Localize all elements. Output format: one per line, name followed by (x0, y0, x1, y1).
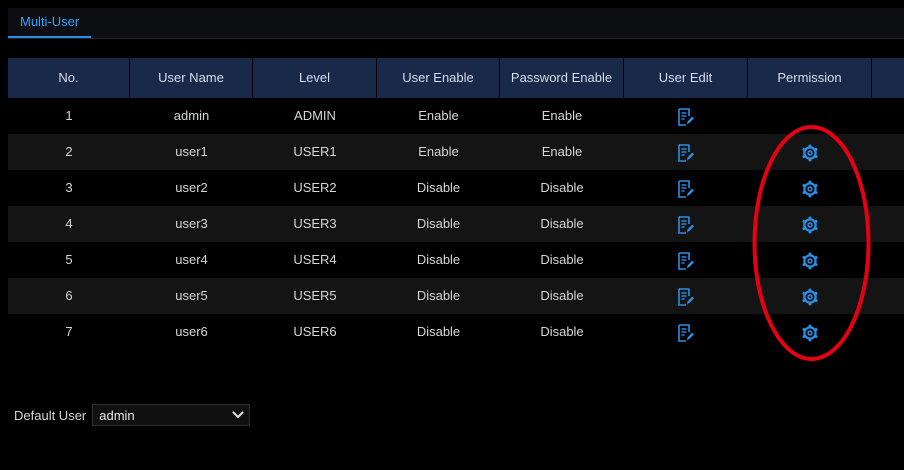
cell-no: 3 (65, 180, 73, 195)
cell-extra (872, 314, 904, 350)
table-row: 4 user3 USER3 Disable Disable (8, 206, 904, 242)
cell-user-enable: Disable (416, 288, 461, 303)
user-table: No. User Name Level User Enable Password… (8, 58, 904, 350)
cell-user-name: user1 (175, 144, 208, 159)
cell-permission (748, 278, 872, 314)
header-user-enable: User Enable (377, 58, 500, 98)
table-header: No. User Name Level User Enable Password… (8, 58, 904, 98)
cell-permission (748, 134, 872, 170)
gear-icon[interactable] (801, 180, 819, 198)
edit-icon[interactable] (678, 107, 694, 126)
cell-password-enable: Disable (540, 288, 584, 303)
table-row: 7 user6 USER6 Disable Disable (8, 314, 904, 350)
cell-user-enable: Enable (418, 108, 459, 123)
default-user-row: Default User admin (14, 403, 251, 427)
cell-user-name: admin (173, 108, 210, 123)
table-row: 2 user1 USER1 Enable Enable (8, 134, 904, 170)
edit-icon[interactable] (678, 323, 694, 342)
header-extra (872, 58, 904, 98)
gear-icon[interactable] (801, 324, 819, 342)
cell-no: 7 (65, 324, 73, 339)
cell-level: USER4 (293, 252, 337, 267)
cell-user-edit (624, 134, 748, 170)
tab-bar: Multi-User (8, 8, 904, 39)
cell-user-name: user4 (175, 252, 208, 267)
cell-permission (748, 314, 872, 350)
cell-no: 5 (65, 252, 73, 267)
edit-icon[interactable] (678, 143, 694, 162)
cell-extra (872, 206, 904, 242)
cell-extra (872, 170, 904, 206)
cell-no: 1 (65, 108, 73, 123)
cell-user-edit (624, 170, 748, 206)
cell-password-enable: Enable (541, 108, 583, 123)
tab-multi-user[interactable]: Multi-User (8, 8, 92, 38)
cell-user-enable: Disable (416, 180, 461, 195)
cell-user-edit (624, 242, 748, 278)
cell-permission (748, 242, 872, 278)
cell-level: USER6 (293, 324, 337, 339)
multi-user-screen: Multi-User No. User Name Level User Enab… (0, 0, 904, 470)
table-row: 6 user5 USER5 Disable Disable (8, 278, 904, 314)
table-row: 1 admin ADMIN Enable Enable (8, 98, 904, 134)
cell-password-enable: Disable (540, 216, 584, 231)
cell-level: ADMIN (294, 108, 336, 123)
table-body: 1 admin ADMIN Enable Enable 2 user1 USER1 Enable… (8, 98, 904, 350)
cell-permission (748, 206, 872, 242)
chevron-down-icon (227, 405, 249, 425)
cell-password-enable: Disable (540, 180, 584, 195)
table-row: 3 user2 USER2 Disable Disable (8, 170, 904, 206)
cell-no: 2 (65, 144, 73, 159)
default-user-value: admin (99, 407, 135, 423)
cell-user-enable: Enable (418, 144, 459, 159)
cell-extra (872, 242, 904, 278)
cell-permission (748, 170, 872, 206)
cell-user-name: user3 (175, 216, 208, 231)
cell-user-name: user6 (175, 324, 208, 339)
cell-level: USER2 (293, 180, 337, 195)
header-no: No. (8, 58, 130, 98)
cell-user-enable: Disable (416, 252, 461, 267)
cell-level: USER5 (293, 288, 337, 303)
gear-icon[interactable] (801, 288, 819, 306)
cell-user-enable: Disable (416, 324, 461, 339)
cell-user-edit (624, 206, 748, 242)
default-user-select[interactable]: admin (92, 404, 251, 426)
edit-icon[interactable] (678, 287, 694, 306)
edit-icon[interactable] (678, 215, 694, 234)
cell-no: 4 (65, 216, 73, 231)
header-level: Level (253, 58, 377, 98)
edit-icon[interactable] (678, 251, 694, 270)
cell-password-enable: Disable (540, 324, 584, 339)
default-user-label: Default User (14, 407, 87, 423)
cell-user-name: user5 (175, 288, 208, 303)
cell-no: 6 (65, 288, 73, 303)
cell-extra (872, 278, 904, 314)
cell-level: USER1 (293, 144, 337, 159)
cell-user-enable: Disable (416, 216, 461, 231)
gear-icon[interactable] (801, 144, 819, 162)
header-permission: Permission (748, 58, 872, 98)
cell-password-enable: Disable (540, 252, 584, 267)
cell-permission (748, 98, 872, 134)
cell-level: USER3 (293, 216, 337, 231)
edit-icon[interactable] (678, 179, 694, 198)
cell-user-edit (624, 314, 748, 350)
cell-user-edit (624, 278, 748, 314)
table-row: 5 user4 USER4 Disable Disable (8, 242, 904, 278)
cell-user-name: user2 (175, 180, 208, 195)
header-user-name: User Name (130, 58, 253, 98)
cell-password-enable: Enable (541, 144, 583, 159)
cell-extra (872, 98, 904, 134)
header-password-enable: Password Enable (500, 58, 624, 98)
header-user-edit: User Edit (624, 58, 748, 98)
cell-extra (872, 134, 904, 170)
gear-icon[interactable] (801, 252, 819, 270)
gear-icon[interactable] (801, 216, 819, 234)
cell-user-edit (624, 98, 748, 134)
